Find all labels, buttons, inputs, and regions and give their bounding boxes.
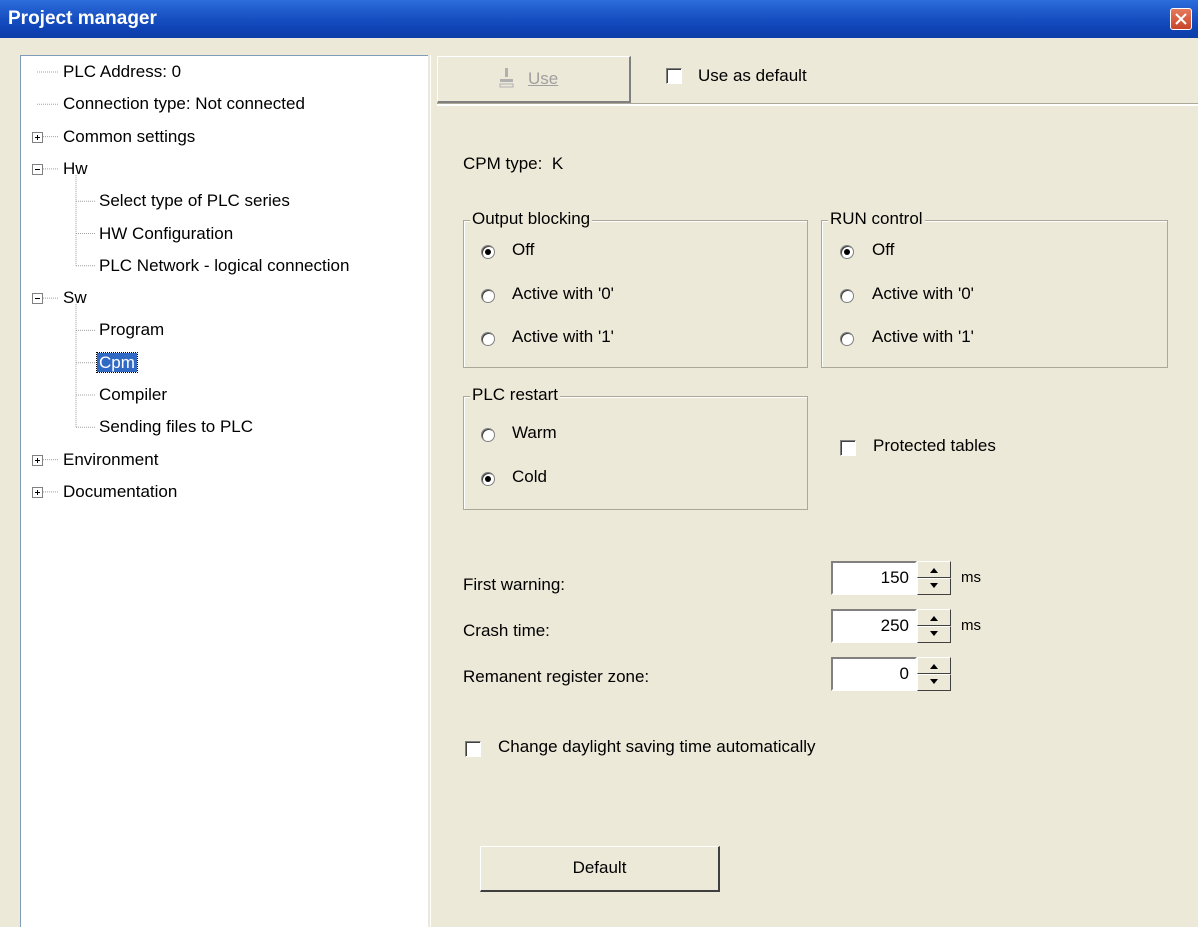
arrow-down-icon: [930, 583, 938, 588]
first-warning-unit: ms: [961, 569, 981, 586]
crash-time-input[interactable]: 250: [831, 609, 917, 643]
expand-icon[interactable]: [32, 486, 43, 498]
plc-restart-warm-label: Warm: [512, 423, 557, 442]
tree-item-label: PLC Address: 0: [63, 62, 182, 81]
output-blocking-active0-label: Active with '0': [512, 284, 614, 303]
project-tree[interactable]: PLC Address: 0 Connection type: Not conne…: [20, 55, 428, 927]
run-control-active1-label: Active with '1': [872, 327, 974, 346]
collapse-icon[interactable]: [32, 163, 43, 175]
protected-tables-label: Protected tables: [873, 436, 996, 455]
arrow-down-icon: [930, 631, 938, 636]
tree-item-label: Common settings: [63, 126, 196, 146]
tree-item[interactable]: Program: [97, 317, 166, 343]
output-blocking-active1-radio[interactable]: [481, 332, 495, 346]
crash-time-unit: ms: [961, 617, 981, 634]
plc-restart-group: PLC restart: [463, 385, 808, 510]
close-icon: [1175, 13, 1187, 25]
window-title: Project manager: [8, 8, 157, 29]
arrow-up-icon: [930, 664, 938, 669]
arrow-up-icon: [930, 616, 938, 621]
tree-item[interactable]: Sw: [61, 285, 89, 311]
tree-item[interactable]: Hw: [61, 156, 90, 182]
run-control-active0-radio[interactable]: [840, 289, 854, 303]
expand-icon[interactable]: [32, 131, 43, 143]
tree-item[interactable]: Documentation: [61, 479, 179, 505]
tree-item-label: Hw: [63, 158, 88, 178]
expand-icon[interactable]: [32, 454, 43, 466]
tree-item[interactable]: Cpm: [96, 350, 138, 376]
remanent-zone-input[interactable]: 0: [831, 657, 917, 691]
tree-item-label: PLC Network - logical connection: [99, 255, 350, 275]
use-button-label: Use: [528, 69, 559, 88]
tree-item-label: Documentation: [63, 481, 178, 501]
plc-restart-title: PLC restart: [470, 385, 560, 405]
first-warning-label: First warning:: [463, 575, 566, 594]
plc-restart-cold-label: Cold: [512, 467, 547, 486]
tree-item-label: Program: [99, 320, 165, 340]
output-blocking-active1-label: Active with '1': [512, 327, 614, 346]
tree-item[interactable]: Environment: [61, 447, 160, 473]
remanent-zone-spinner[interactable]: [917, 657, 951, 691]
arrow-up-icon: [930, 568, 938, 573]
tree-item-label: Connection type: Not connected: [63, 94, 305, 114]
title-bar: Project manager: [0, 0, 1198, 38]
tree-item-label: HW Configuration: [99, 223, 234, 243]
tree-item-label: Sw: [63, 288, 87, 308]
tree-item[interactable]: Common settings: [61, 124, 197, 150]
daylight-saving-label: Change daylight saving time automaticall…: [498, 737, 816, 756]
tree-item[interactable]: Connection type: Not connected: [61, 91, 307, 117]
crash-time-spinner[interactable]: [917, 609, 951, 643]
output-blocking-off-label: Off: [512, 240, 535, 259]
use-button[interactable]: Use: [437, 56, 631, 103]
plc-restart-cold-radio[interactable]: [481, 472, 495, 486]
cpm-type-value: K: [551, 154, 564, 173]
tree-item-label: Cpm: [96, 351, 138, 373]
use-icon: [499, 68, 514, 88]
tree-item[interactable]: Select type of PLC series: [97, 188, 292, 214]
run-control-active0-label: Active with '0': [872, 284, 974, 303]
run-control-off-radio[interactable]: [840, 245, 854, 259]
tree-item-label: Compiler: [99, 385, 168, 404]
daylight-saving-checkbox[interactable]: [465, 741, 481, 757]
output-blocking-active0-radio[interactable]: [481, 289, 495, 303]
crash-time-label: Crash time:: [463, 621, 550, 640]
collapse-icon[interactable]: [32, 293, 43, 305]
remanent-zone-label: Remanent register zone:: [463, 667, 650, 686]
run-control-off-label: Off: [872, 240, 895, 259]
protected-tables-checkbox[interactable]: [840, 440, 856, 456]
tree-item-label: Environment: [63, 449, 159, 469]
run-control-title: RUN control: [828, 209, 925, 229]
output-blocking-off-radio[interactable]: [481, 245, 495, 259]
tree-item-label: Select type of PLC series: [99, 191, 290, 211]
default-button[interactable]: Default: [480, 846, 720, 892]
run-control-active1-radio[interactable]: [840, 332, 854, 346]
plc-restart-warm-radio[interactable]: [481, 428, 495, 442]
use-as-default-label: Use as default: [698, 66, 807, 85]
first-warning-input[interactable]: 150: [831, 561, 917, 595]
close-button[interactable]: [1170, 8, 1192, 30]
tree-item-label: Sending files to PLC: [99, 417, 254, 437]
tree-item[interactable]: PLC Address: 0: [61, 59, 183, 85]
tree-item[interactable]: Sending files to PLC: [97, 414, 255, 440]
output-blocking-title: Output blocking: [470, 209, 593, 229]
tree-item[interactable]: HW Configuration: [97, 221, 235, 247]
first-warning-spinner[interactable]: [917, 561, 951, 595]
arrow-down-icon: [930, 679, 938, 684]
tree-item[interactable]: Compiler: [97, 382, 169, 408]
cpm-type-label: CPM type: K: [463, 154, 564, 173]
toolbar-divider: [437, 103, 1198, 106]
tree-item[interactable]: PLC Network - logical connection: [97, 253, 351, 279]
use-as-default-checkbox[interactable]: [666, 68, 682, 84]
